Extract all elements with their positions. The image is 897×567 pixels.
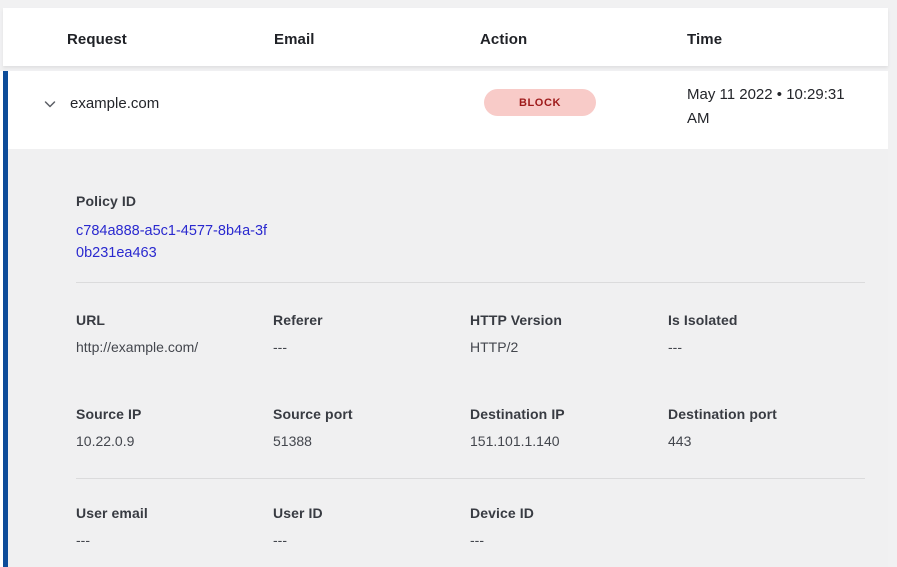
section-divider — [76, 282, 865, 283]
log-table-body: example.com BLOCK May 11 2022 • 10:29:31… — [0, 71, 888, 567]
row-expander-button[interactable] — [42, 96, 58, 112]
field-label: Source IP — [76, 406, 266, 422]
detail-field-source-port: Source port 51388 — [273, 406, 463, 451]
column-header-request: Request — [67, 31, 127, 48]
field-value: 443 — [668, 432, 858, 451]
field-value: --- — [273, 338, 463, 357]
action-block-badge: BLOCK — [484, 89, 596, 116]
section-divider — [76, 478, 865, 479]
field-label: Destination port — [668, 406, 858, 422]
field-label: Device ID — [470, 505, 660, 521]
detail-field-user-id: User ID --- — [273, 505, 463, 550]
field-label: HTTP Version — [470, 312, 660, 328]
detail-field-source-ip: Source IP 10.22.0.9 — [76, 406, 266, 451]
column-header-action: Action — [480, 31, 527, 48]
detail-field-http-version: HTTP Version HTTP/2 — [470, 312, 660, 357]
policy-id-label: Policy ID — [76, 193, 276, 209]
field-label: User ID — [273, 505, 463, 521]
field-value: HTTP/2 — [470, 338, 660, 357]
field-value: --- — [273, 531, 463, 550]
field-label: URL — [76, 312, 266, 328]
detail-field-url: URL http://example.com/ — [76, 312, 266, 357]
field-value: 51388 — [273, 432, 463, 451]
detail-field-referer: Referer --- — [273, 312, 463, 357]
field-value: http://example.com/ — [76, 338, 266, 357]
field-label: Source port — [273, 406, 463, 422]
log-table-header: Request Email Action Time — [3, 8, 888, 66]
field-label: User email — [76, 505, 266, 521]
policy-id-link[interactable]: c784a888-a5c1-4577-8b4a-3f0b231ea463 — [76, 220, 272, 264]
field-value: 10.22.0.9 — [76, 432, 266, 451]
policy-id-section: Policy ID c784a888-a5c1-4577-8b4a-3f0b23… — [76, 193, 276, 264]
detail-field-user-email: User email --- — [76, 505, 266, 550]
log-table-row[interactable]: example.com BLOCK May 11 2022 • 10:29:31… — [8, 71, 888, 149]
detail-field-is-isolated: Is Isolated --- — [668, 312, 858, 357]
field-label: Referer — [273, 312, 463, 328]
row-request-value: example.com — [70, 95, 159, 112]
field-label: Is Isolated — [668, 312, 858, 328]
field-value: --- — [470, 531, 660, 550]
detail-field-device-id: Device ID --- — [470, 505, 660, 550]
field-value: 151.101.1.140 — [470, 432, 660, 451]
field-label: Destination IP — [470, 406, 660, 422]
detail-field-destination-ip: Destination IP 151.101.1.140 — [470, 406, 660, 451]
row-detail-panel: Policy ID c784a888-a5c1-4577-8b4a-3f0b23… — [8, 149, 888, 567]
detail-field-destination-port: Destination port 443 — [668, 406, 858, 451]
field-value: --- — [668, 338, 858, 357]
row-time-value: May 11 2022 • 10:29:31 AM — [687, 83, 865, 131]
field-value: --- — [76, 531, 266, 550]
chevron-down-icon — [42, 100, 58, 115]
column-header-email: Email — [274, 31, 315, 48]
column-header-time: Time — [687, 31, 722, 48]
